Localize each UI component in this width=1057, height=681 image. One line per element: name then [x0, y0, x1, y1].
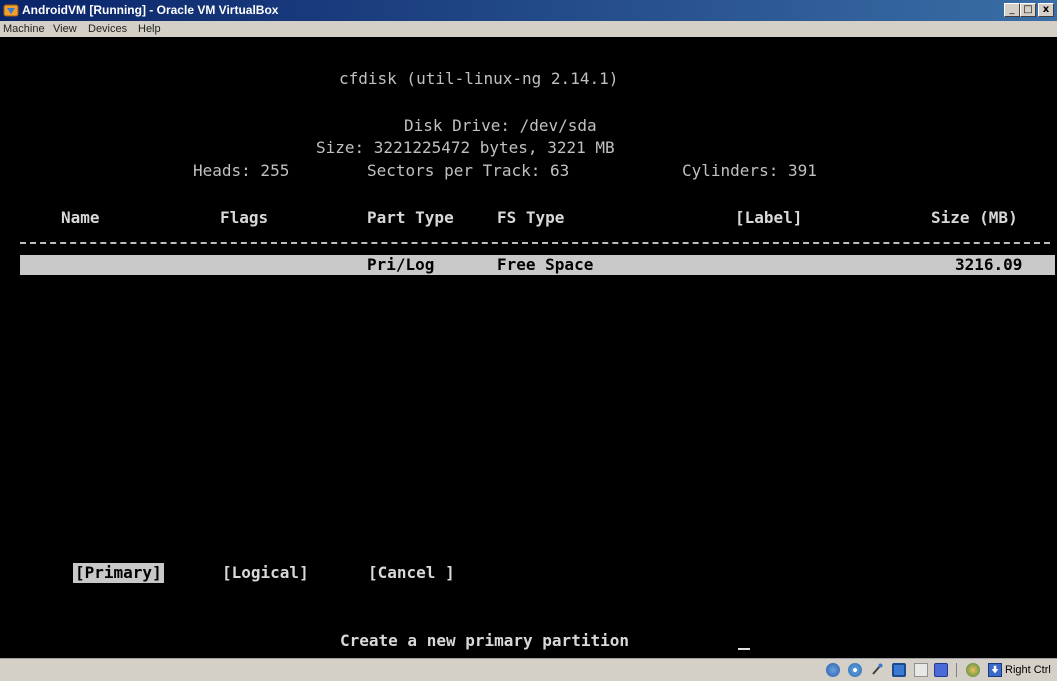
host-key-icon[interactable]	[988, 663, 1002, 677]
minimize-button[interactable]: _	[1004, 3, 1020, 17]
usb-icon[interactable]	[870, 663, 884, 677]
vrdp-icon[interactable]	[934, 663, 948, 677]
maximize-button[interactable]: □	[1020, 3, 1036, 17]
title-bar[interactable]: AndroidVM [Running] - Oracle VM VirtualB…	[0, 0, 1057, 21]
host-key-label: Right Ctrl	[1005, 664, 1051, 676]
menu-bar: Machine View Devices Help	[0, 21, 1057, 37]
cancel-button[interactable]: [Cancel ]	[368, 563, 455, 583]
menu-machine[interactable]: Machine	[3, 22, 45, 36]
close-button[interactable]: x	[1038, 3, 1054, 17]
column-header-size: Size (MB)	[931, 208, 1018, 227]
virtualbox-app-icon	[3, 4, 19, 17]
disk-drive-label: Disk Drive: /dev/sda	[404, 116, 597, 135]
header-separator	[20, 242, 1050, 244]
virtualbox-window: AndroidVM [Running] - Oracle VM VirtualB…	[0, 0, 1057, 681]
disk-size-label: Size: 3221225472 bytes, 3221 MB	[316, 138, 615, 157]
hard-disk-icon[interactable]	[826, 663, 840, 677]
sectors-label: Sectors per Track: 63	[367, 161, 570, 180]
optical-drive-icon[interactable]	[848, 663, 862, 677]
statusbar-separator	[956, 663, 957, 677]
status-message: Create a new primary partition	[340, 631, 629, 650]
column-header-part-type: Part Type	[367, 208, 454, 227]
cylinders-label: Cylinders: 391	[682, 161, 817, 180]
shared-folders-icon[interactable]	[914, 663, 928, 677]
heads-label: Heads: 255	[193, 161, 290, 180]
column-header-flags: Flags	[220, 208, 269, 227]
window-title: AndroidVM [Running] - Oracle VM VirtualB…	[22, 3, 279, 17]
row-fs-type: Free Space	[497, 255, 594, 274]
text-cursor	[738, 648, 750, 650]
network-icon[interactable]	[892, 663, 906, 677]
menu-help[interactable]: Help	[138, 22, 161, 36]
row-part-type: Pri/Log	[367, 255, 435, 274]
column-header-name: Name	[61, 208, 100, 227]
column-header-label: [Label]	[735, 208, 803, 227]
logical-button[interactable]: [Logical]	[222, 563, 309, 583]
mouse-integration-icon[interactable]	[966, 663, 980, 677]
row-size: 3216.09	[955, 255, 1023, 274]
primary-button[interactable]: [Primary]	[73, 563, 164, 583]
menu-devices[interactable]: Devices	[88, 22, 127, 36]
column-header-fs-type: FS Type	[497, 208, 565, 227]
cfdisk-header: cfdisk (util-linux-ng 2.14.1)	[339, 69, 619, 88]
status-bar: Right Ctrl	[0, 658, 1057, 681]
vm-screen[interactable]: cfdisk (util-linux-ng 2.14.1) Disk Drive…	[0, 37, 1057, 658]
partition-row-selected[interactable]: Pri/Log Free Space 3216.09	[20, 255, 1055, 275]
menu-view[interactable]: View	[53, 22, 77, 36]
